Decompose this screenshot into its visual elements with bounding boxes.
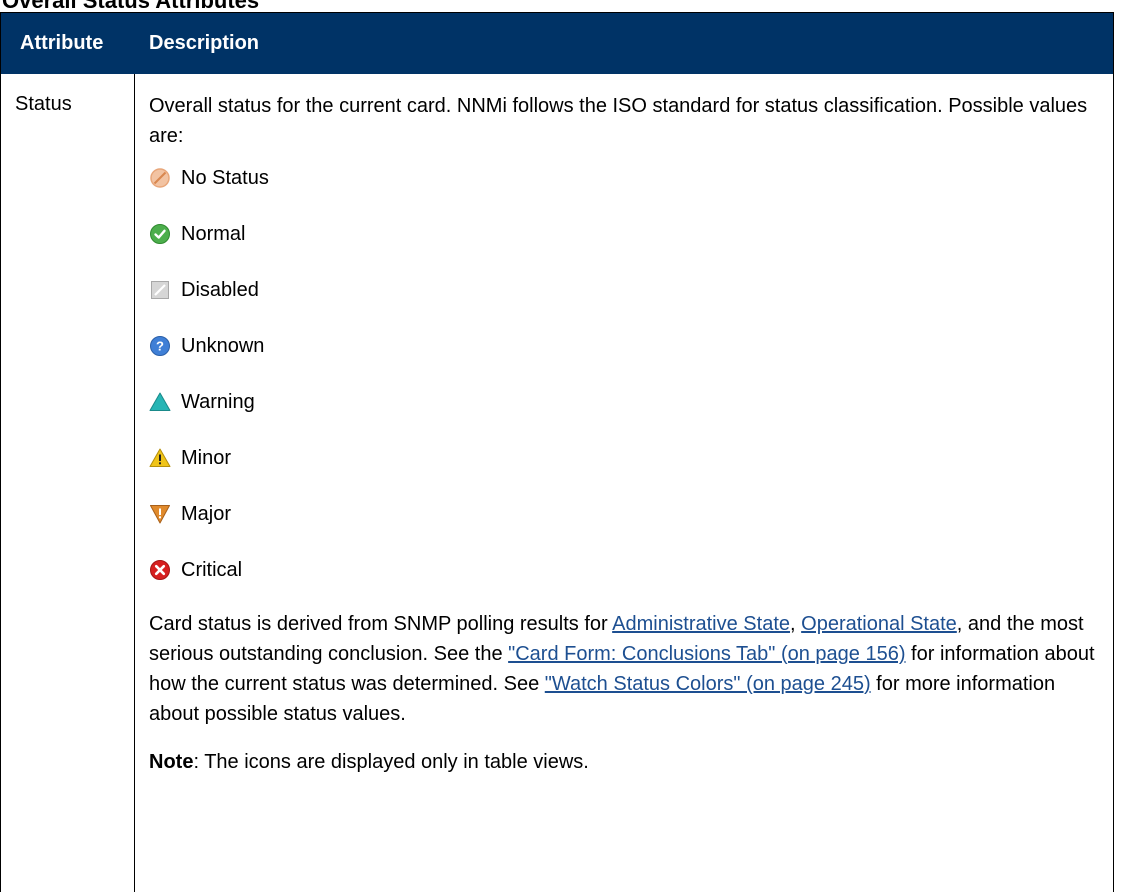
- status-item-warning: Warning: [149, 389, 1107, 415]
- paragraph-text: ,: [790, 613, 802, 635]
- status-label: Critical: [181, 559, 243, 581]
- unknown-question-icon: ?: [150, 336, 170, 356]
- status-item-disabled: Disabled: [149, 277, 1107, 303]
- minor-triangle-icon: [149, 448, 171, 467]
- status-label: No Status: [181, 167, 269, 189]
- description-cell: Overall status for the current card. NNM…: [135, 74, 1113, 892]
- status-item-major: Major: [149, 501, 1107, 527]
- header-description: Description: [149, 32, 260, 54]
- status-label: Major: [181, 503, 232, 525]
- disabled-icon: [151, 281, 169, 299]
- status-label: Unknown: [181, 335, 265, 357]
- status-item-normal: Normal: [149, 221, 1107, 247]
- svg-text:?: ?: [156, 339, 164, 354]
- note-text: : The icons are displayed only in table …: [193, 751, 589, 773]
- status-values-list: No Status Normal Disabled ? Unknown Warn…: [149, 165, 1107, 583]
- operational-state-link[interactable]: Operational State: [801, 613, 957, 635]
- status-intro: Overall status for the current card. NNM…: [149, 95, 1088, 147]
- status-derivation-paragraph: Card status is derived from SNMP polling…: [149, 609, 1107, 729]
- status-label: Normal: [181, 223, 246, 245]
- header-attribute: Attribute: [20, 32, 104, 54]
- status-item-critical: Critical: [149, 557, 1107, 583]
- administrative-state-link[interactable]: Administrative State: [612, 613, 790, 635]
- table-header: Attribute Description: [1, 13, 1113, 74]
- status-item-minor: Minor: [149, 445, 1107, 471]
- warning-triangle-icon: [149, 392, 171, 411]
- major-triangle-icon: [150, 505, 170, 524]
- paragraph-text: Card status is derived from SNMP polling…: [149, 613, 613, 635]
- no-status-icon: [150, 168, 170, 188]
- conclusions-tab-link[interactable]: "Card Form: Conclusions Tab" (on page 15…: [508, 643, 905, 665]
- attribute-cell: Status: [1, 74, 135, 892]
- normal-check-icon: [150, 224, 170, 244]
- status-label: Minor: [181, 447, 232, 469]
- table-row: Status Overall status for the current ca…: [1, 74, 1113, 892]
- attributes-table: Attribute Description Status Overall sta…: [0, 12, 1114, 892]
- critical-x-icon: [150, 560, 170, 580]
- watch-status-colors-link[interactable]: "Watch Status Colors" (on page 245): [545, 673, 871, 695]
- status-item-unknown: ? Unknown: [149, 333, 1107, 359]
- status-item-no-status: No Status: [149, 165, 1107, 191]
- note-paragraph: Note: The icons are displayed only in ta…: [149, 747, 1107, 777]
- status-label: Warning: [181, 391, 255, 413]
- status-label: Disabled: [181, 279, 259, 301]
- note-label: Note: [149, 751, 194, 773]
